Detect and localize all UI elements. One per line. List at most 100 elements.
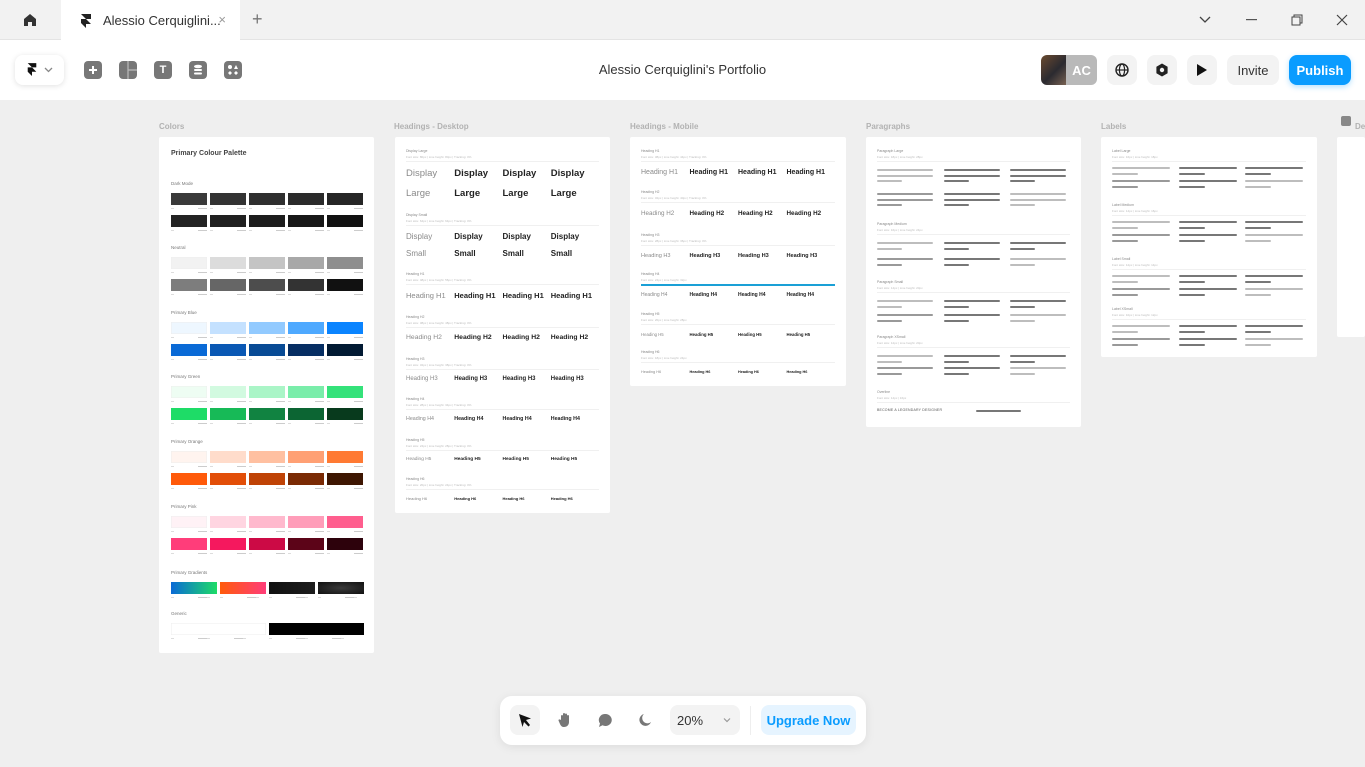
color-swatch[interactable] (171, 408, 207, 424)
color-swatch[interactable] (288, 408, 324, 424)
frame-colors[interactable]: Primary Colour Palette Dark Mode Neutral P… (159, 137, 374, 653)
color-swatch[interactable] (288, 386, 324, 402)
color-swatch[interactable] (288, 322, 324, 338)
color-swatch[interactable] (210, 386, 246, 402)
color-swatch[interactable] (249, 408, 285, 424)
color-swatch[interactable] (249, 473, 285, 489)
color-swatch[interactable] (327, 322, 363, 338)
frame-label-headings-desktop[interactable]: Headings - Desktop (394, 122, 469, 131)
color-swatch[interactable] (327, 516, 363, 532)
color-swatch[interactable] (249, 215, 285, 231)
color-swatch[interactable] (249, 257, 285, 273)
gradient-swatch[interactable] (171, 582, 217, 598)
color-swatch[interactable] (249, 538, 285, 554)
frame-labels[interactable]: Label Large Font size: 16px | Line height… (1101, 137, 1317, 357)
color-swatch[interactable] (210, 408, 246, 424)
color-swatch[interactable] (249, 451, 285, 467)
color-swatch[interactable] (249, 322, 285, 338)
preview-button[interactable] (1187, 55, 1217, 85)
color-swatch[interactable] (327, 408, 363, 424)
site-settings-button[interactable] (1107, 55, 1137, 85)
color-swatch[interactable] (171, 215, 207, 231)
maximize-button[interactable] (1274, 0, 1320, 40)
new-tab-button[interactable]: + (252, 9, 263, 30)
color-swatch[interactable] (210, 215, 246, 231)
frame-headings-desktop[interactable]: Display Large Font size: 80px | Line heig… (395, 137, 610, 513)
color-swatch[interactable] (171, 257, 207, 273)
color-swatch[interactable] (171, 344, 207, 360)
color-swatch[interactable] (288, 215, 324, 231)
zoom-select[interactable]: 20% (670, 705, 740, 735)
frame-label-headings-mobile[interactable]: Headings - Mobile (630, 122, 698, 131)
select-tool-button[interactable] (510, 705, 540, 735)
dark-mode-button[interactable] (630, 705, 660, 735)
frame-de[interactable] (1337, 137, 1365, 337)
home-button[interactable] (0, 0, 60, 40)
color-swatch[interactable] (210, 193, 246, 209)
tab-list-button[interactable] (1182, 0, 1228, 40)
hand-tool-button[interactable] (550, 705, 580, 735)
color-swatch[interactable] (288, 193, 324, 209)
section-spec: Font size: 28px | Line height: 36px | Tr… (641, 239, 707, 243)
color-swatch[interactable] (288, 344, 324, 360)
frame-label-de[interactable]: De (1355, 122, 1365, 131)
color-swatch[interactable] (171, 322, 207, 338)
color-swatch[interactable] (327, 386, 363, 402)
invite-button[interactable]: Invite (1227, 55, 1279, 85)
tab-close-icon[interactable]: × (218, 12, 226, 27)
plugins-button[interactable] (1147, 55, 1177, 85)
color-swatch[interactable] (288, 451, 324, 467)
color-swatch[interactable] (171, 451, 207, 467)
color-swatch[interactable] (327, 473, 363, 489)
frame-label-labels[interactable]: Labels (1101, 122, 1126, 131)
color-swatch[interactable] (210, 451, 246, 467)
color-swatch[interactable] (327, 538, 363, 554)
color-swatch[interactable] (288, 538, 324, 554)
color-swatch[interactable] (210, 473, 246, 489)
color-swatch[interactable] (171, 538, 207, 554)
close-window-button[interactable] (1319, 0, 1365, 40)
color-swatch[interactable] (327, 279, 363, 295)
color-swatch[interactable] (171, 386, 207, 402)
avatar-initials[interactable]: AC (1066, 55, 1097, 85)
gradient-swatch[interactable] (318, 582, 364, 598)
color-swatch[interactable] (249, 516, 285, 532)
frame-headings-mobile[interactable]: Heading H1 Font size: 38px | Line height:… (630, 137, 846, 386)
color-swatch[interactable] (288, 279, 324, 295)
color-swatch[interactable] (210, 516, 246, 532)
frame-label-paragraphs[interactable]: Paragraphs (866, 122, 910, 131)
color-swatch[interactable] (327, 215, 363, 231)
color-swatch[interactable] (171, 279, 207, 295)
color-swatch[interactable] (249, 344, 285, 360)
frame-paragraphs[interactable]: Paragraph Large Font size: 18px | Line he… (866, 137, 1081, 427)
color-swatch[interactable] (269, 623, 364, 639)
color-swatch[interactable] (327, 451, 363, 467)
color-swatch[interactable] (171, 623, 266, 639)
tab-portfolio[interactable]: Alessio Cerquiglini... × (61, 0, 240, 41)
minimize-button[interactable] (1228, 0, 1274, 40)
color-swatch[interactable] (210, 257, 246, 273)
frame-label-colors[interactable]: Colors (159, 122, 184, 131)
color-swatch[interactable] (210, 279, 246, 295)
color-swatch[interactable] (327, 193, 363, 209)
color-swatch[interactable] (249, 279, 285, 295)
color-swatch[interactable] (171, 193, 207, 209)
color-swatch[interactable] (171, 516, 207, 532)
publish-button[interactable]: Publish (1289, 55, 1351, 85)
color-swatch[interactable] (288, 473, 324, 489)
color-swatch[interactable] (249, 386, 285, 402)
color-swatch[interactable] (210, 538, 246, 554)
color-swatch[interactable] (288, 257, 324, 273)
gradient-swatch[interactable] (220, 582, 266, 598)
text-sample-line (944, 355, 1000, 357)
upgrade-now-button[interactable]: Upgrade Now (761, 705, 856, 735)
color-swatch[interactable] (210, 344, 246, 360)
comment-tool-button[interactable] (590, 705, 620, 735)
color-swatch[interactable] (288, 516, 324, 532)
color-swatch[interactable] (327, 257, 363, 273)
color-swatch[interactable] (210, 322, 246, 338)
color-swatch[interactable] (171, 473, 207, 489)
color-swatch[interactable] (249, 193, 285, 209)
gradient-swatch[interactable] (269, 582, 315, 598)
color-swatch[interactable] (327, 344, 363, 360)
